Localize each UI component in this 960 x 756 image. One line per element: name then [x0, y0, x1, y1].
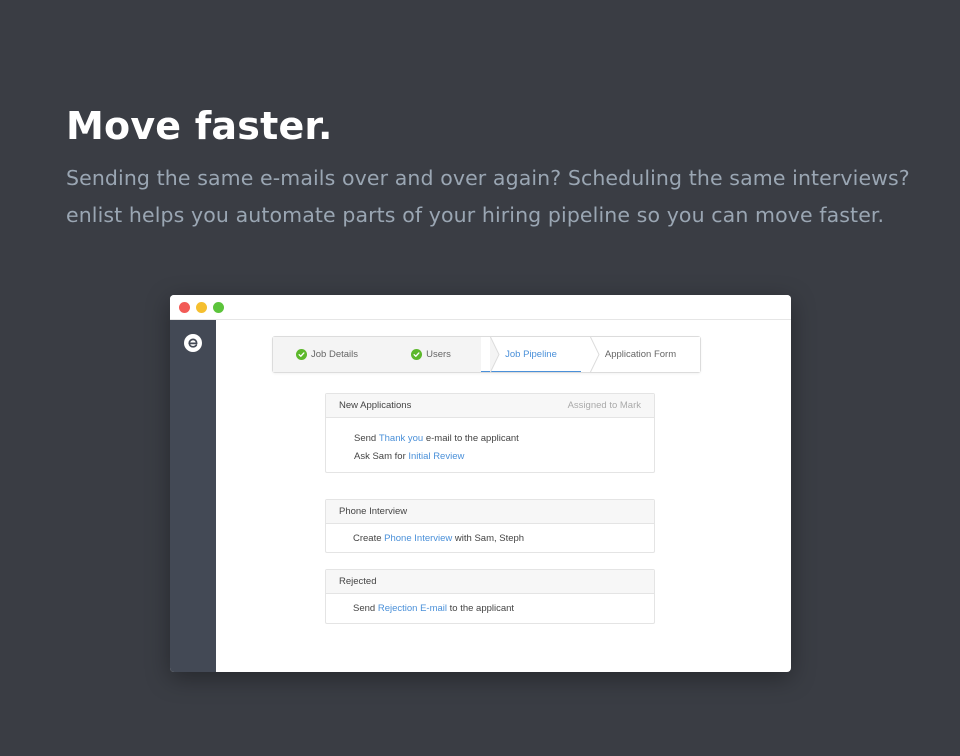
card-body: Send Rejection E-mail to the applicant — [326, 594, 654, 623]
hero-subtitle: Sending the same e-mails over and over a… — [66, 166, 910, 227]
action-line: Send Rejection E-mail to the applicant — [353, 594, 654, 623]
action-text: Create — [353, 533, 385, 544]
card-body: Send Thank you e-mail to the applicant A… — [326, 418, 654, 465]
card-title: New Applications — [339, 400, 412, 411]
app-window: Job Details Users Job Pipeline Applicati… — [170, 295, 791, 672]
card-title: Rejected — [339, 576, 377, 587]
window-titlebar — [170, 295, 791, 320]
action-text: Send — [353, 603, 378, 614]
step-label: Users — [426, 349, 451, 360]
action-line: Send Thank you e-mail to the applicant — [354, 429, 654, 447]
card-body: Create Phone Interview with Sam, Steph — [326, 524, 654, 553]
stage-card-rejected: Rejected Send Rejection E-mail to the ap… — [325, 569, 655, 624]
enlist-logo-icon[interactable] — [184, 334, 202, 352]
assigned-label[interactable]: Assigned to Mark — [568, 400, 641, 411]
minimize-window-button[interactable] — [196, 302, 207, 313]
card-header: New Applications Assigned to Mark — [326, 394, 654, 418]
action-link[interactable]: Initial Review — [408, 451, 464, 462]
action-link[interactable]: Phone Interview — [384, 533, 452, 544]
action-line: Ask Sam for Initial Review — [354, 447, 654, 465]
action-text: to the applicant — [447, 603, 515, 614]
sidebar — [170, 320, 216, 672]
check-icon — [411, 349, 423, 360]
close-window-button[interactable] — [179, 302, 190, 313]
action-link[interactable]: Thank you — [379, 433, 423, 444]
step-label: Application Form — [604, 349, 677, 360]
action-line: Create Phone Interview with Sam, Steph — [353, 524, 654, 553]
card-header: Phone Interview — [326, 500, 654, 524]
hero-title: Move faster. — [66, 104, 333, 148]
stage-card-phone-interview: Phone Interview Create Phone Interview w… — [325, 499, 655, 553]
step-job-details[interactable]: Job Details — [273, 337, 381, 372]
main-content: Job Details Users Job Pipeline Applicati… — [216, 320, 791, 672]
card-title: Phone Interview — [339, 506, 408, 517]
step-label: Job Details — [311, 349, 358, 360]
action-text: e-mail to the applicant — [423, 432, 519, 444]
card-header: Rejected — [326, 570, 654, 594]
action-text: Ask Sam for — [354, 450, 409, 462]
action-text: with Sam, Steph — [452, 533, 525, 544]
step-navigation: Job Details Users Job Pipeline Applicati… — [272, 336, 701, 373]
maximize-window-button[interactable] — [213, 302, 224, 313]
action-link[interactable]: Rejection E-mail — [378, 603, 447, 614]
action-text: Send — [354, 432, 379, 444]
stage-card-new-applications: New Applications Assigned to Mark Send T… — [325, 393, 655, 473]
step-users[interactable]: Users — [381, 336, 500, 373]
check-icon — [296, 349, 307, 360]
step-label: Job Pipeline — [505, 348, 557, 360]
